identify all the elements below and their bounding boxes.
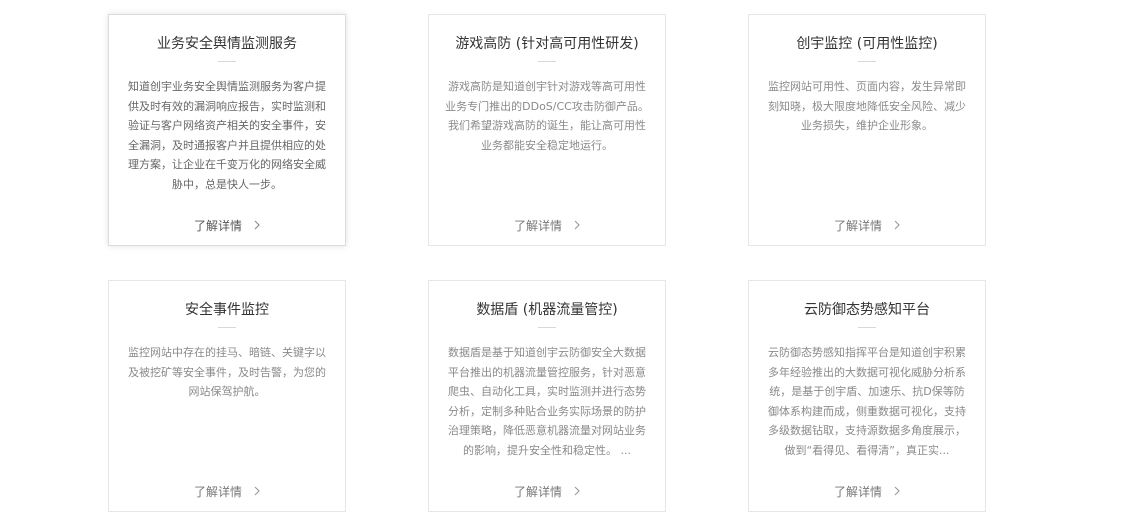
card-title: 游戏高防 (针对高可用性研发): [455, 36, 639, 52]
chevron-right-icon: [254, 218, 260, 234]
learn-more-label: 了解详情: [193, 485, 242, 499]
service-card-situation-awareness[interactable]: 云防御态势感知平台 云防御态势感知指挥平台是知道创宇积累多年经验推出的大数据可视…: [748, 280, 986, 512]
service-card-data-shield[interactable]: 数据盾 (机器流量管控) 数据盾是基于知道创宇云防御安全大数据平台推出的机器流量…: [428, 280, 666, 512]
learn-more-link[interactable]: 了解详情: [749, 484, 985, 501]
service-card-availability-monitor[interactable]: 创宇监控 (可用性监控) 监控网站可用性、页面内容，发生异常即刻知晓，极大限度地…: [748, 14, 986, 246]
card-title: 安全事件监控: [185, 302, 269, 318]
learn-more-link[interactable]: 了解详情: [429, 484, 665, 501]
chevron-right-icon: [894, 484, 900, 500]
title-divider: [858, 327, 876, 328]
learn-more-label: 了解详情: [833, 219, 882, 233]
chevron-right-icon: [574, 484, 580, 500]
learn-more-label: 了解详情: [833, 485, 882, 499]
learn-more-link[interactable]: 了解详情: [749, 218, 985, 235]
card-title: 业务安全舆情监测服务: [157, 36, 297, 52]
card-description: 云防御态势感知指挥平台是知道创宇积累多年经验推出的大数据可视化威胁分析系统，是基…: [768, 346, 966, 457]
title-divider: [538, 327, 556, 328]
card-description: 游戏高防是知道创宇针对游戏等高可用性业务专门推出的DDoS/CC攻击防御产品。我…: [445, 80, 649, 152]
card-title: 云防御态势感知平台: [804, 302, 930, 318]
card-description: 数据盾是基于知道创宇云防御安全大数据平台推出的机器流量管控服务，针对恶意爬虫、自…: [448, 346, 646, 457]
chevron-right-icon: [574, 218, 580, 234]
chevron-right-icon: [254, 484, 260, 500]
learn-more-label: 了解详情: [513, 485, 562, 499]
chevron-right-icon: [894, 218, 900, 234]
card-description: 监控网站可用性、页面内容，发生异常即刻知晓，极大限度地降低安全风险、减少业务损失…: [768, 80, 966, 132]
learn-more-link[interactable]: 了解详情: [109, 218, 345, 235]
title-divider: [218, 327, 236, 328]
service-card-security-event[interactable]: 安全事件监控 监控网站中存在的挂马、暗链、关键字以及被挖矿等安全事件，及时告警，…: [108, 280, 346, 512]
learn-more-label: 了解详情: [513, 219, 562, 233]
learn-more-link[interactable]: 了解详情: [109, 484, 345, 501]
card-title: 创宇监控 (可用性监控): [796, 36, 938, 52]
card-title: 数据盾 (机器流量管控): [476, 302, 618, 318]
learn-more-link[interactable]: 了解详情: [429, 218, 665, 235]
title-divider: [858, 61, 876, 62]
card-description: 知道创宇业务安全舆情监测服务为客户提供及时有效的漏洞响应报告，实时监测和验证与客…: [128, 80, 326, 191]
service-card-business-security[interactable]: 业务安全舆情监测服务 知道创宇业务安全舆情监测服务为客户提供及时有效的漏洞响应报…: [108, 14, 346, 246]
card-description: 监控网站中存在的挂马、暗链、关键字以及被挖矿等安全事件，及时告警，为您的网站保驾…: [128, 346, 326, 398]
learn-more-label: 了解详情: [193, 219, 242, 233]
title-divider: [218, 61, 236, 62]
title-divider: [538, 61, 556, 62]
service-card-game-ddos[interactable]: 游戏高防 (针对高可用性研发) 游戏高防是知道创宇针对游戏等高可用性业务专门推出…: [428, 14, 666, 246]
